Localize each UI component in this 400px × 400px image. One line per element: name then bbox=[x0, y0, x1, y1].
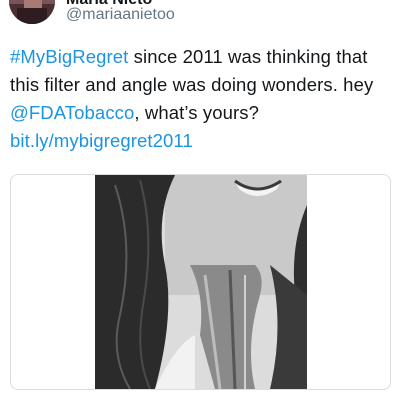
tweet-text: #MyBigRegret since 2011 was thinking tha… bbox=[10, 43, 394, 155]
hashtag-link[interactable]: #MyBigRegret bbox=[10, 46, 128, 67]
media-card[interactable] bbox=[10, 174, 391, 390]
photo-image[interactable] bbox=[95, 175, 307, 389]
tweet-card: Maria Nieto @mariaanietoo #MyBigRegret s… bbox=[0, 0, 400, 400]
url-link[interactable]: bit.ly/mybigregret2011 bbox=[10, 130, 193, 151]
tweet-text-part2: , what’s yours? bbox=[134, 102, 259, 123]
avatar[interactable] bbox=[9, 0, 55, 24]
author-handle[interactable]: @mariaanietoo bbox=[66, 6, 175, 24]
mention-link[interactable]: @FDATobacco bbox=[10, 102, 134, 123]
